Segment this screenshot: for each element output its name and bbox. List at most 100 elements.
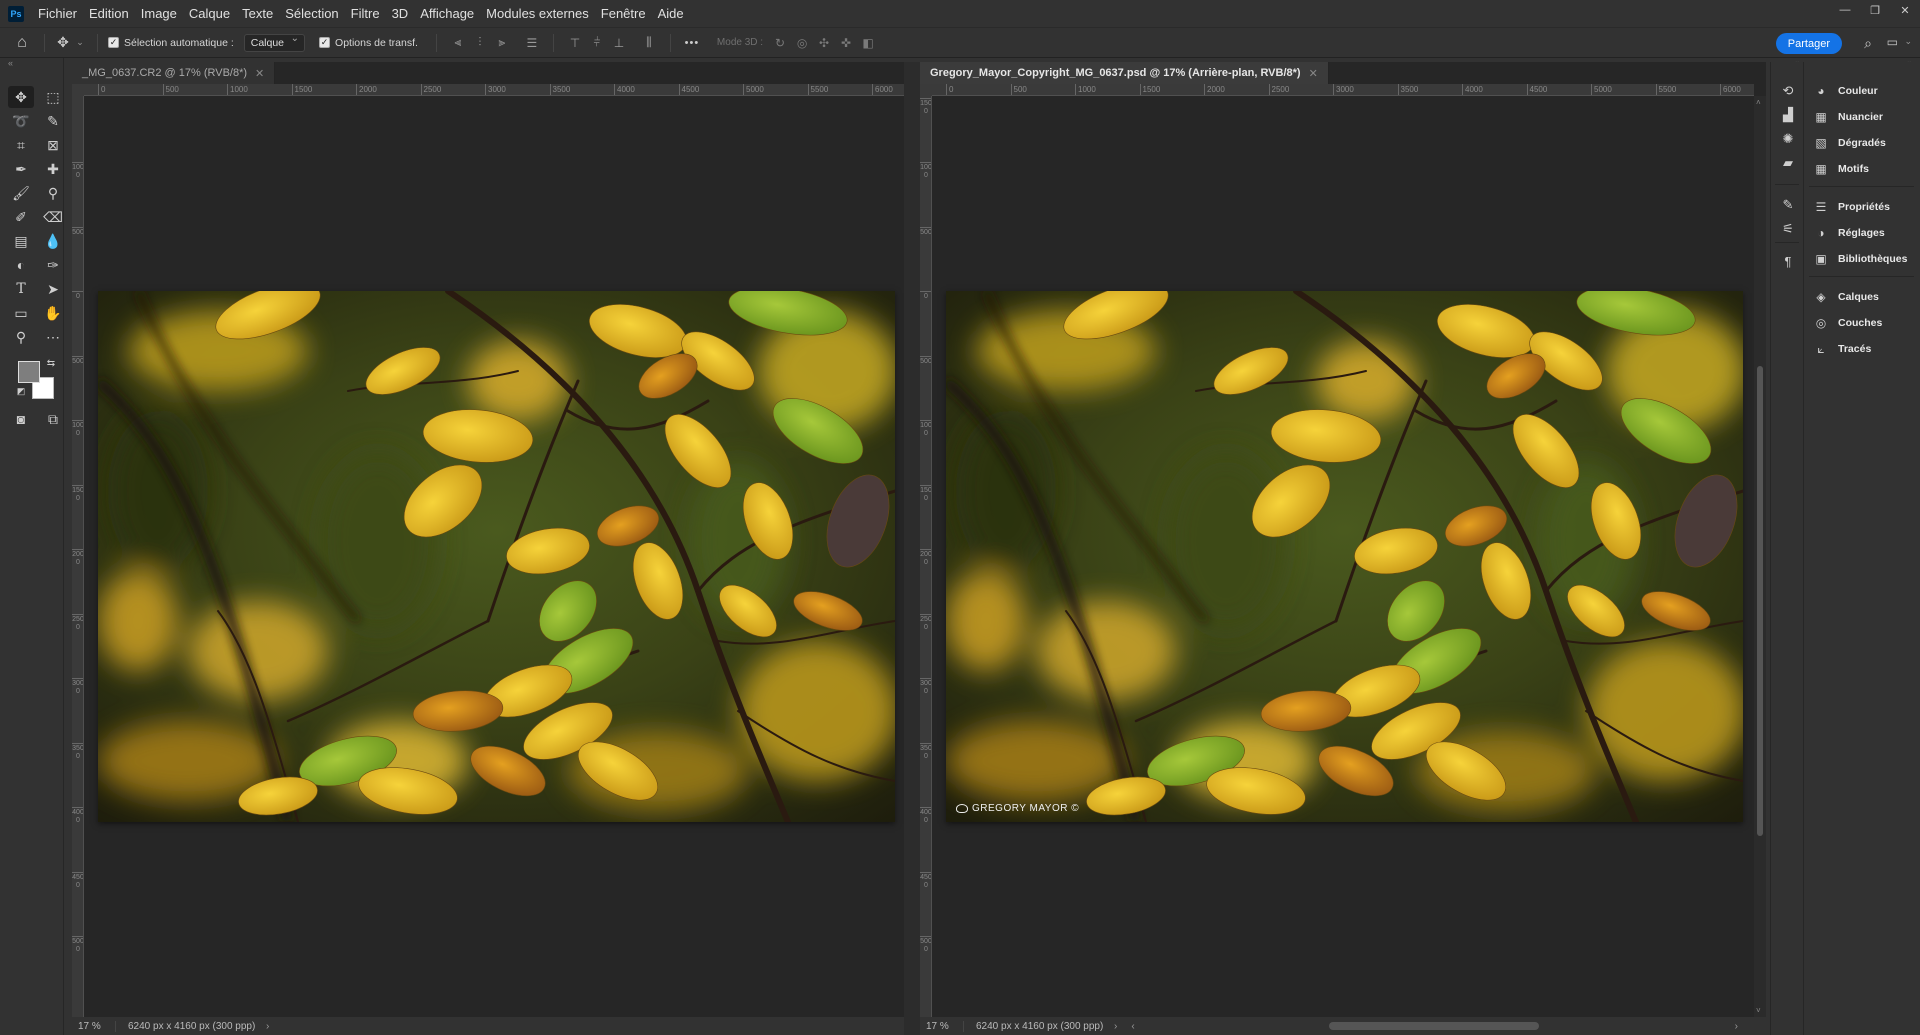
checkbox-checked-icon[interactable]: ✓ [319,37,331,48]
history-icon[interactable]: ⟲ [1779,82,1797,100]
zoom-level[interactable]: 17 % [72,1020,116,1032]
document-tab[interactable]: _MG_0637.CR2 @ 17% (RVB/8*) ✕ [72,62,276,84]
horizontal-scrollbar[interactable] [1135,1017,1735,1035]
vertical-scrollbar-thumb[interactable] [1757,366,1763,836]
document-dimensions[interactable]: 6240 px x 4160 px (300 ppp) [116,1021,266,1032]
eyedropper-icon[interactable]: ✒ [8,158,34,180]
brush-settings-icon[interactable]: ✎ [1779,196,1797,214]
align-center-h-icon[interactable]: ⫶ [469,34,491,52]
search-icon[interactable]: ⌕ [1864,35,1872,52]
lasso-icon[interactable]: ➰ [8,110,34,132]
eraser-icon[interactable]: ⌫ [40,206,66,228]
gradient-tool-icon[interactable]: ▤ [8,230,34,252]
menu-calque[interactable]: Calque [183,6,236,21]
more-options-icon[interactable]: ••• [681,34,703,52]
zoom-tool-icon[interactable]: ⚲ [8,326,34,348]
align-middle-v-icon[interactable]: ⫩ [586,34,608,52]
dodge-icon[interactable]: ◐ [8,254,34,276]
menu-fenetre[interactable]: Fenêtre [595,6,652,21]
collapse-toolbar-icon[interactable]: « [8,58,13,68]
photo-canvas[interactable] [98,291,895,822]
workspace-icon[interactable]: ▭ [1887,35,1898,49]
menu-image[interactable]: Image [135,6,183,21]
screen-mode-icon[interactable]: ⧉ [40,408,66,430]
align-top-icon[interactable]: ⊤ [564,34,586,52]
blur-icon[interactable]: 💧 [40,230,66,252]
panel-proprietes[interactable]: ☰ Propriétés [1813,197,1890,217]
panel-reglages[interactable]: ◑ Réglages [1813,223,1884,243]
panel-nuancier[interactable]: ▦ Nuancier [1813,107,1883,127]
close-tab-icon[interactable]: ✕ [255,67,264,80]
document-tab-active[interactable]: Gregory_Mayor_Copyright_MG_0637.psd @ 17… [920,62,1329,84]
frame-icon[interactable]: ⊠ [40,134,66,156]
document-dimensions[interactable]: 6240 px x 4160 px (300 ppp) [964,1021,1114,1032]
checkbox-checked-icon[interactable]: ✓ [108,37,119,48]
panel-degrades[interactable]: ▧ Dégradés [1813,133,1886,153]
panel-motifs[interactable]: ▦ Motifs [1813,159,1869,179]
photo-canvas[interactable]: GREGORY MAYOR © [946,291,1743,822]
distribute-vertical-icon[interactable]: ⫼ [638,34,660,52]
panel-couleur[interactable]: ◕ Couleur [1813,81,1877,101]
home-icon[interactable]: ⌂ [0,34,44,52]
rectangle-tool-icon[interactable]: ▭ [8,302,34,324]
type-tool-icon[interactable]: T [8,278,34,300]
zoom-level[interactable]: 17 % [920,1020,964,1032]
panel-couches[interactable]: ◎ Couches [1813,313,1883,333]
edit-toolbar-icon[interactable]: ⋯ [40,326,66,348]
menu-3d[interactable]: 3D [386,6,415,21]
menu-aide[interactable]: Aide [652,6,690,21]
scroll-down-icon[interactable]: ˅ [1756,1006,1761,1015]
panel-traces[interactable]: ⟀ Tracés [1813,339,1871,359]
path-selection-icon[interactable]: ➤ [40,278,66,300]
maximize-button[interactable]: ❐ [1860,0,1890,20]
navigator-icon[interactable]: ✺ [1779,130,1797,148]
chevron-down-icon[interactable]: ⌄ [1904,36,1912,47]
healing-brush-icon[interactable]: ✚ [40,158,66,180]
quick-mask-icon[interactable]: ◙ [8,408,34,430]
menu-affichage[interactable]: Affichage [414,6,480,21]
menu-selection[interactable]: Sélection [279,6,344,21]
swap-colors-icon[interactable]: ⇆ [44,356,58,370]
brushes-icon[interactable]: ⚟ [1779,220,1797,238]
scroll-up-icon[interactable]: ˄ [1756,98,1761,107]
close-button[interactable]: ✕ [1890,0,1920,20]
default-colors-icon[interactable]: ◩ [14,384,28,398]
align-left-icon[interactable]: ⫷ [447,34,469,52]
foreground-color-swatch-top[interactable] [18,361,40,383]
hand-tool-icon[interactable]: ✋ [40,302,66,324]
share-button[interactable]: Partager [1775,33,1842,54]
align-bottom-icon[interactable]: ⊥ [608,34,630,52]
canvas-area[interactable] [84,96,904,1017]
scroll-right-icon[interactable]: › [1735,1021,1738,1032]
panel-bibliotheques[interactable]: ▣ Bibliothèques [1813,249,1907,269]
comments-icon[interactable]: ▰ [1779,154,1797,172]
transform-options-checkbox[interactable]: ✓ Options de transf. [319,37,418,49]
auto-select-dropdown[interactable]: Calque [243,33,306,52]
clone-stamp-icon[interactable]: ⚲ [40,182,66,204]
move-tool-icon[interactable]: ✥ [8,86,34,108]
chevron-right-icon[interactable]: › [1114,1021,1117,1032]
crop-icon[interactable]: ⌗ [8,134,34,156]
pen-icon[interactable]: ✑ [40,254,66,276]
auto-select-checkbox[interactable]: ✓ Sélection automatique : [108,37,234,49]
history-brush-icon[interactable]: ✐ [8,206,34,228]
rectangular-marquee-icon[interactable]: ⬚ [40,86,66,108]
pane-divider[interactable] [904,62,920,1035]
distribute-icon[interactable]: ☰ [521,34,543,52]
menu-modules-externes[interactable]: Modules externes [480,6,595,21]
canvas-area[interactable]: GREGORY MAYOR © [932,96,1754,1017]
move-tool-icon[interactable]: ✥ [53,34,73,51]
quick-selection-icon[interactable]: ✎ [40,110,66,132]
paragraph-icon[interactable]: ¶ [1779,252,1797,270]
chevron-down-icon[interactable]: ⌄ [73,37,87,48]
menu-edition[interactable]: Edition [83,6,135,21]
align-right-icon[interactable]: ⫸ [491,34,513,52]
vertical-scrollbar[interactable]: ˄ ˅ [1754,96,1766,1017]
brush-icon[interactable]: 🖌 [8,182,34,204]
menu-fichier[interactable]: Fichier [32,6,83,21]
minimize-button[interactable]: — [1830,0,1860,20]
histogram-icon[interactable]: ▟ [1779,106,1797,124]
menu-filtre[interactable]: Filtre [345,6,386,21]
chevron-right-icon[interactable]: › [266,1021,269,1032]
menu-texte[interactable]: Texte [236,6,279,21]
